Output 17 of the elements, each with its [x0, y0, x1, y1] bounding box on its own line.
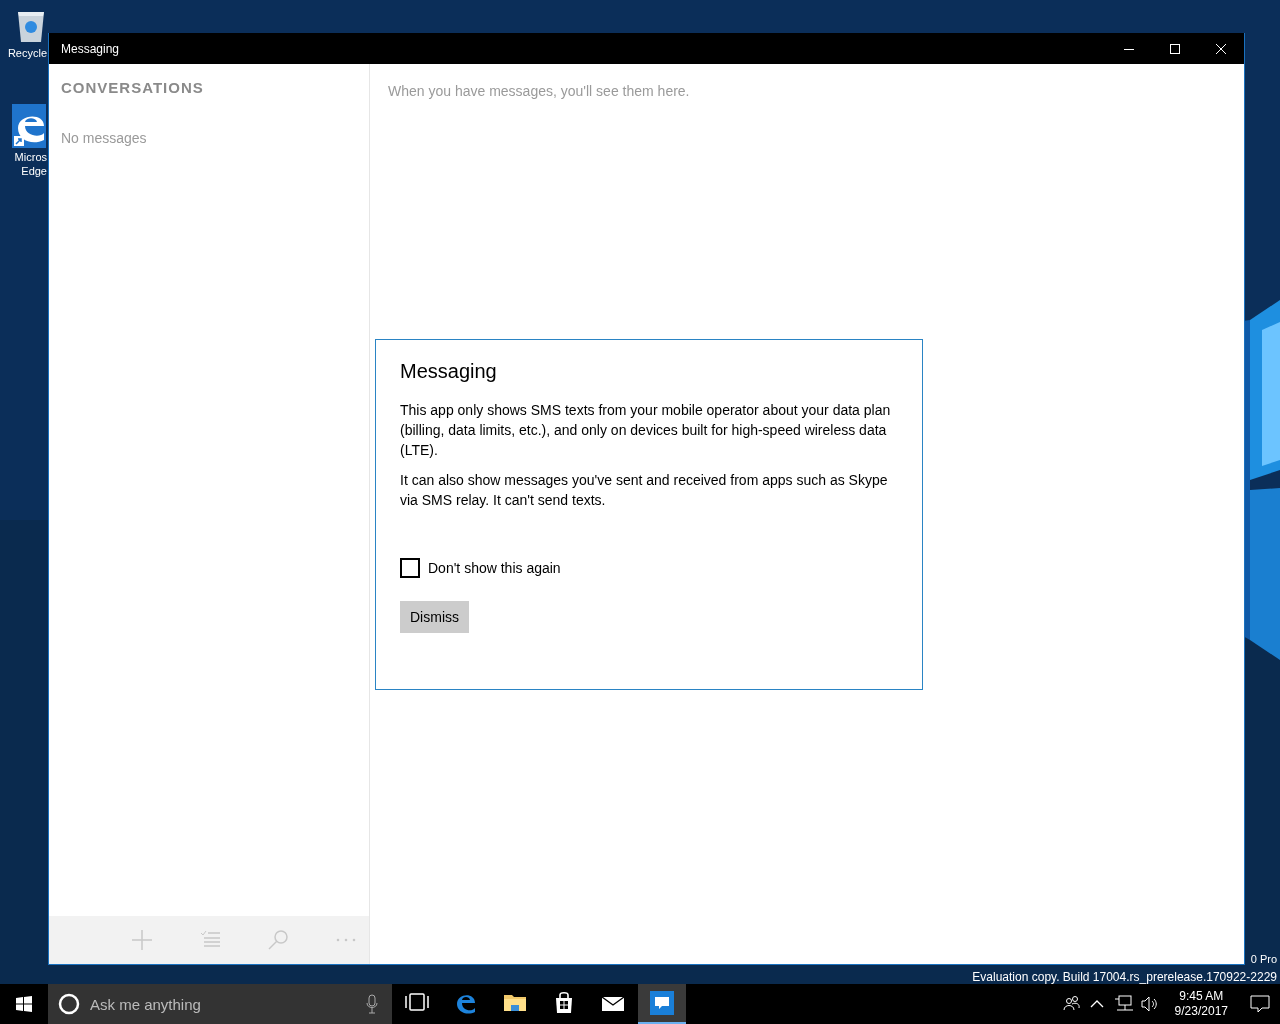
checkbox-label: Don't show this again [428, 560, 561, 576]
search-field[interactable]: Ask me anything [88, 994, 358, 1014]
clock-date[interactable]: 9/23/2017 [1174, 1004, 1228, 1019]
watermark-text: 0 Pro [1250, 952, 1277, 967]
sidebar-heading: CONVERSATIONS [60, 78, 205, 96]
empty-message: When you have messages, you'll see them here. [387, 82, 691, 99]
watermark-text: Evaluation copy. Build 17004.rs_prerelease.170922-2229 [972, 969, 1277, 986]
icon-label: Recycle [7, 46, 47, 60]
clock-time[interactable]: 9:45 AM [1179, 989, 1224, 1004]
search-box[interactable]: Ask me anything [48, 984, 392, 1024]
dialog-text: This app only shows SMS texts from your mobile operator about your data plan (billing, data limits, etc.), and only on devices built for high-speed wireless data (LTE). [400, 401, 892, 460]
dismiss-button[interactable]: Dismiss [400, 601, 469, 633]
icon-label: Micros Edge [14, 150, 47, 178]
empty-message: No messages [60, 129, 148, 146]
dialog-text: It can also show messages you've sent and received from apps such as Skype via SMS relay. It can't send texts. [400, 471, 889, 510]
window-title: Messaging [60, 41, 121, 56]
dialog-title: Messaging [400, 360, 498, 383]
